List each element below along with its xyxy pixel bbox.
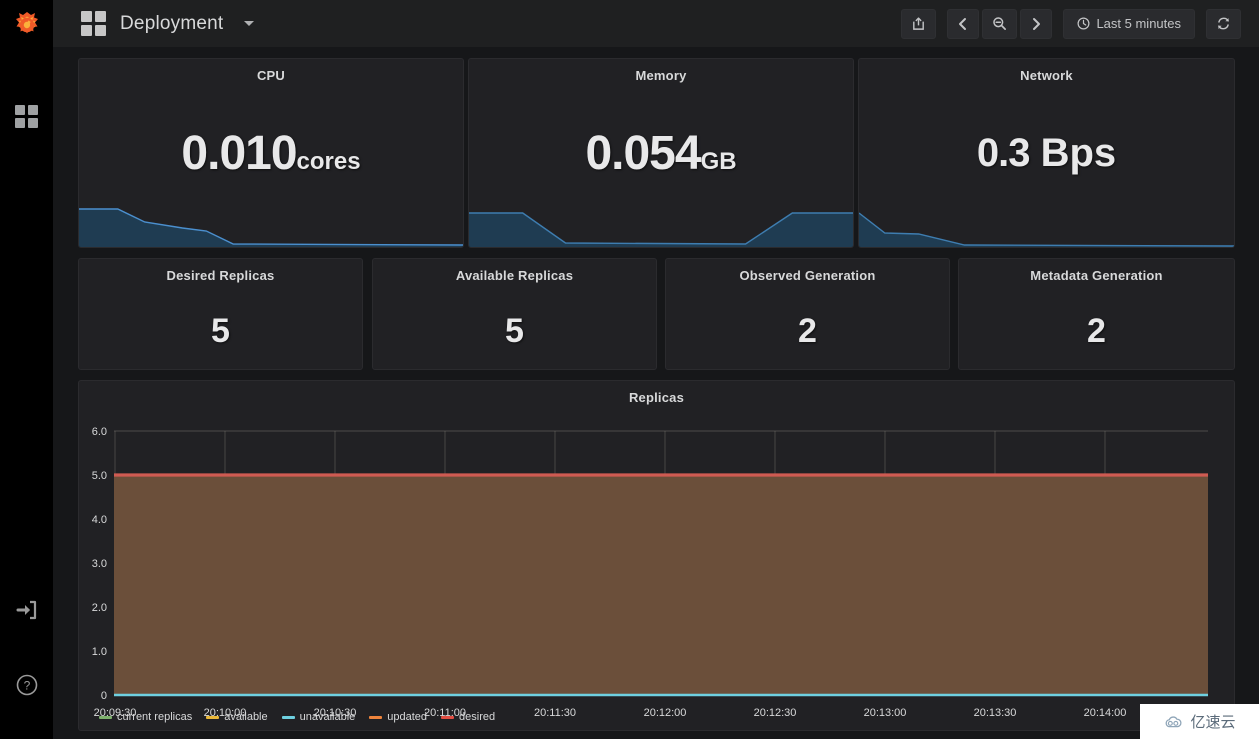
sparkline-cpu — [79, 201, 463, 247]
y-tick-label: 2.0 — [92, 602, 107, 614]
x-tick-label: 20:11:30 — [534, 707, 576, 719]
legend-swatch — [369, 715, 383, 719]
sparkline-network — [859, 201, 1234, 247]
graph-legend: current replicas available unavailable u… — [99, 711, 495, 723]
time-range-label: Last 5 minutes — [1096, 16, 1181, 31]
stat-unit: GB — [700, 147, 737, 175]
chevron-down-icon[interactable] — [244, 21, 255, 26]
watermark: 亿速云 — [1140, 704, 1259, 739]
time-prev-button[interactable] — [947, 8, 980, 39]
share-button[interactable] — [901, 8, 937, 39]
legend-item[interactable]: available — [206, 711, 268, 723]
chevron-right-icon — [1033, 17, 1041, 30]
stat-value: 0.054 — [585, 126, 701, 180]
clock-icon — [1077, 17, 1090, 30]
legend-label: updated — [387, 711, 428, 723]
legend-label: available — [224, 711, 268, 723]
legend-label: desired — [459, 711, 496, 723]
panel-metadata-generation[interactable]: Metadata Generation 2 — [958, 258, 1235, 370]
panel-title: Replicas — [628, 390, 685, 405]
time-range-picker[interactable]: Last 5 minutes — [1063, 8, 1195, 39]
panel-desired-replicas[interactable]: Desired Replicas 5 — [78, 258, 363, 370]
sidebar-item-help[interactable]: ? — [0, 658, 53, 711]
panel-replicas[interactable]: Replicas 6.0 5.0 4.0 3.0 2.0 1.0 0 20:09… — [78, 380, 1235, 731]
legend-item[interactable]: updated — [369, 711, 427, 723]
help-circle-icon: ? — [16, 674, 37, 695]
y-tick-label: 3.0 — [92, 558, 107, 570]
dashboard-grid-icon — [81, 11, 106, 36]
stat-value: 0.010 — [181, 126, 297, 180]
sidebar: ? — [0, 0, 53, 739]
stat-value: 2 — [798, 311, 817, 350]
panel-title: Observed Generation — [739, 268, 876, 283]
legend-swatch — [206, 715, 220, 719]
graph-plot-area[interactable]: 6.0 5.0 4.0 3.0 2.0 1.0 0 20:09:30 20:10… — [79, 407, 1234, 730]
panel-network[interactable]: Network 0.3 Bps — [858, 58, 1235, 248]
time-next-button[interactable] — [1020, 8, 1053, 39]
refresh-icon — [1218, 17, 1229, 30]
legend-label: unavailable — [299, 711, 356, 723]
panel-title: Available Replicas — [455, 268, 574, 283]
navbar-toolbar: Last 5 minutes — [901, 8, 1259, 39]
stat-unit: Bps — [1040, 130, 1117, 175]
legend-item[interactable]: unavailable — [281, 711, 356, 723]
legend-swatch — [281, 715, 295, 719]
top-navbar: Deployment Last 5 minutes — [53, 0, 1259, 48]
stat-value: 0.3 — [976, 130, 1031, 175]
sidebar-item-sign-in[interactable] — [0, 583, 53, 636]
legend-item[interactable]: current replicas — [99, 711, 192, 723]
stat-value: 5 — [505, 311, 524, 350]
y-tick-label: 0 — [101, 690, 107, 702]
panel-title: Desired Replicas — [166, 268, 275, 283]
dashboards-grid-icon — [15, 105, 38, 128]
zoom-out-icon — [993, 17, 1007, 30]
stat-unit: cores — [296, 147, 361, 175]
replicas-chart: 6.0 5.0 4.0 3.0 2.0 1.0 0 20:09:30 20:10… — [92, 426, 1208, 719]
panel-observed-generation[interactable]: Observed Generation 2 — [665, 258, 950, 370]
zoom-out-button[interactable] — [982, 8, 1018, 39]
stat-value: 2 — [1087, 311, 1106, 350]
refresh-button[interactable] — [1206, 8, 1241, 39]
x-tick-label: 20:13:30 — [974, 707, 1017, 719]
dashboard-title-group[interactable]: Deployment — [53, 11, 255, 36]
watermark-text: 亿速云 — [1190, 713, 1236, 731]
x-tick-label: 20:12:00 — [644, 707, 687, 719]
y-tick-label: 6.0 — [92, 426, 107, 438]
y-tick-label: 1.0 — [92, 646, 107, 658]
legend-swatch — [441, 715, 455, 719]
page-title: Deployment — [120, 12, 224, 34]
dashboard-content: CPU 0.010cores Memory 0.054GB Network 0.… — [53, 48, 1259, 739]
stat-value: 5 — [211, 311, 230, 350]
share-icon — [913, 17, 925, 30]
legend-swatch — [99, 715, 112, 719]
x-tick-label: 20:12:30 — [754, 707, 797, 719]
x-tick-label: 20:13:00 — [864, 707, 907, 719]
series-fill — [114, 475, 1208, 695]
panel-available-replicas[interactable]: Available Replicas 5 — [372, 258, 657, 370]
time-nav-group — [947, 8, 1053, 39]
panel-title: Metadata Generation — [1030, 268, 1163, 283]
sign-in-icon — [16, 600, 36, 619]
chevron-left-icon — [959, 17, 967, 30]
legend-label: current replicas — [117, 711, 193, 723]
grafana-logo-icon[interactable] — [0, 0, 53, 53]
legend-item[interactable]: desired — [441, 711, 495, 723]
y-tick-label: 4.0 — [92, 514, 107, 526]
sidebar-item-dashboards[interactable] — [0, 90, 53, 143]
panel-memory[interactable]: Memory 0.054GB — [468, 58, 854, 248]
cloud-icon — [1166, 715, 1182, 727]
sparkline-memory — [469, 201, 853, 247]
x-tick-label: 20:14:00 — [1084, 707, 1127, 719]
y-tick-label: 5.0 — [92, 470, 107, 482]
svg-text:?: ? — [23, 678, 30, 692]
panel-cpu[interactable]: CPU 0.010cores — [78, 58, 464, 248]
